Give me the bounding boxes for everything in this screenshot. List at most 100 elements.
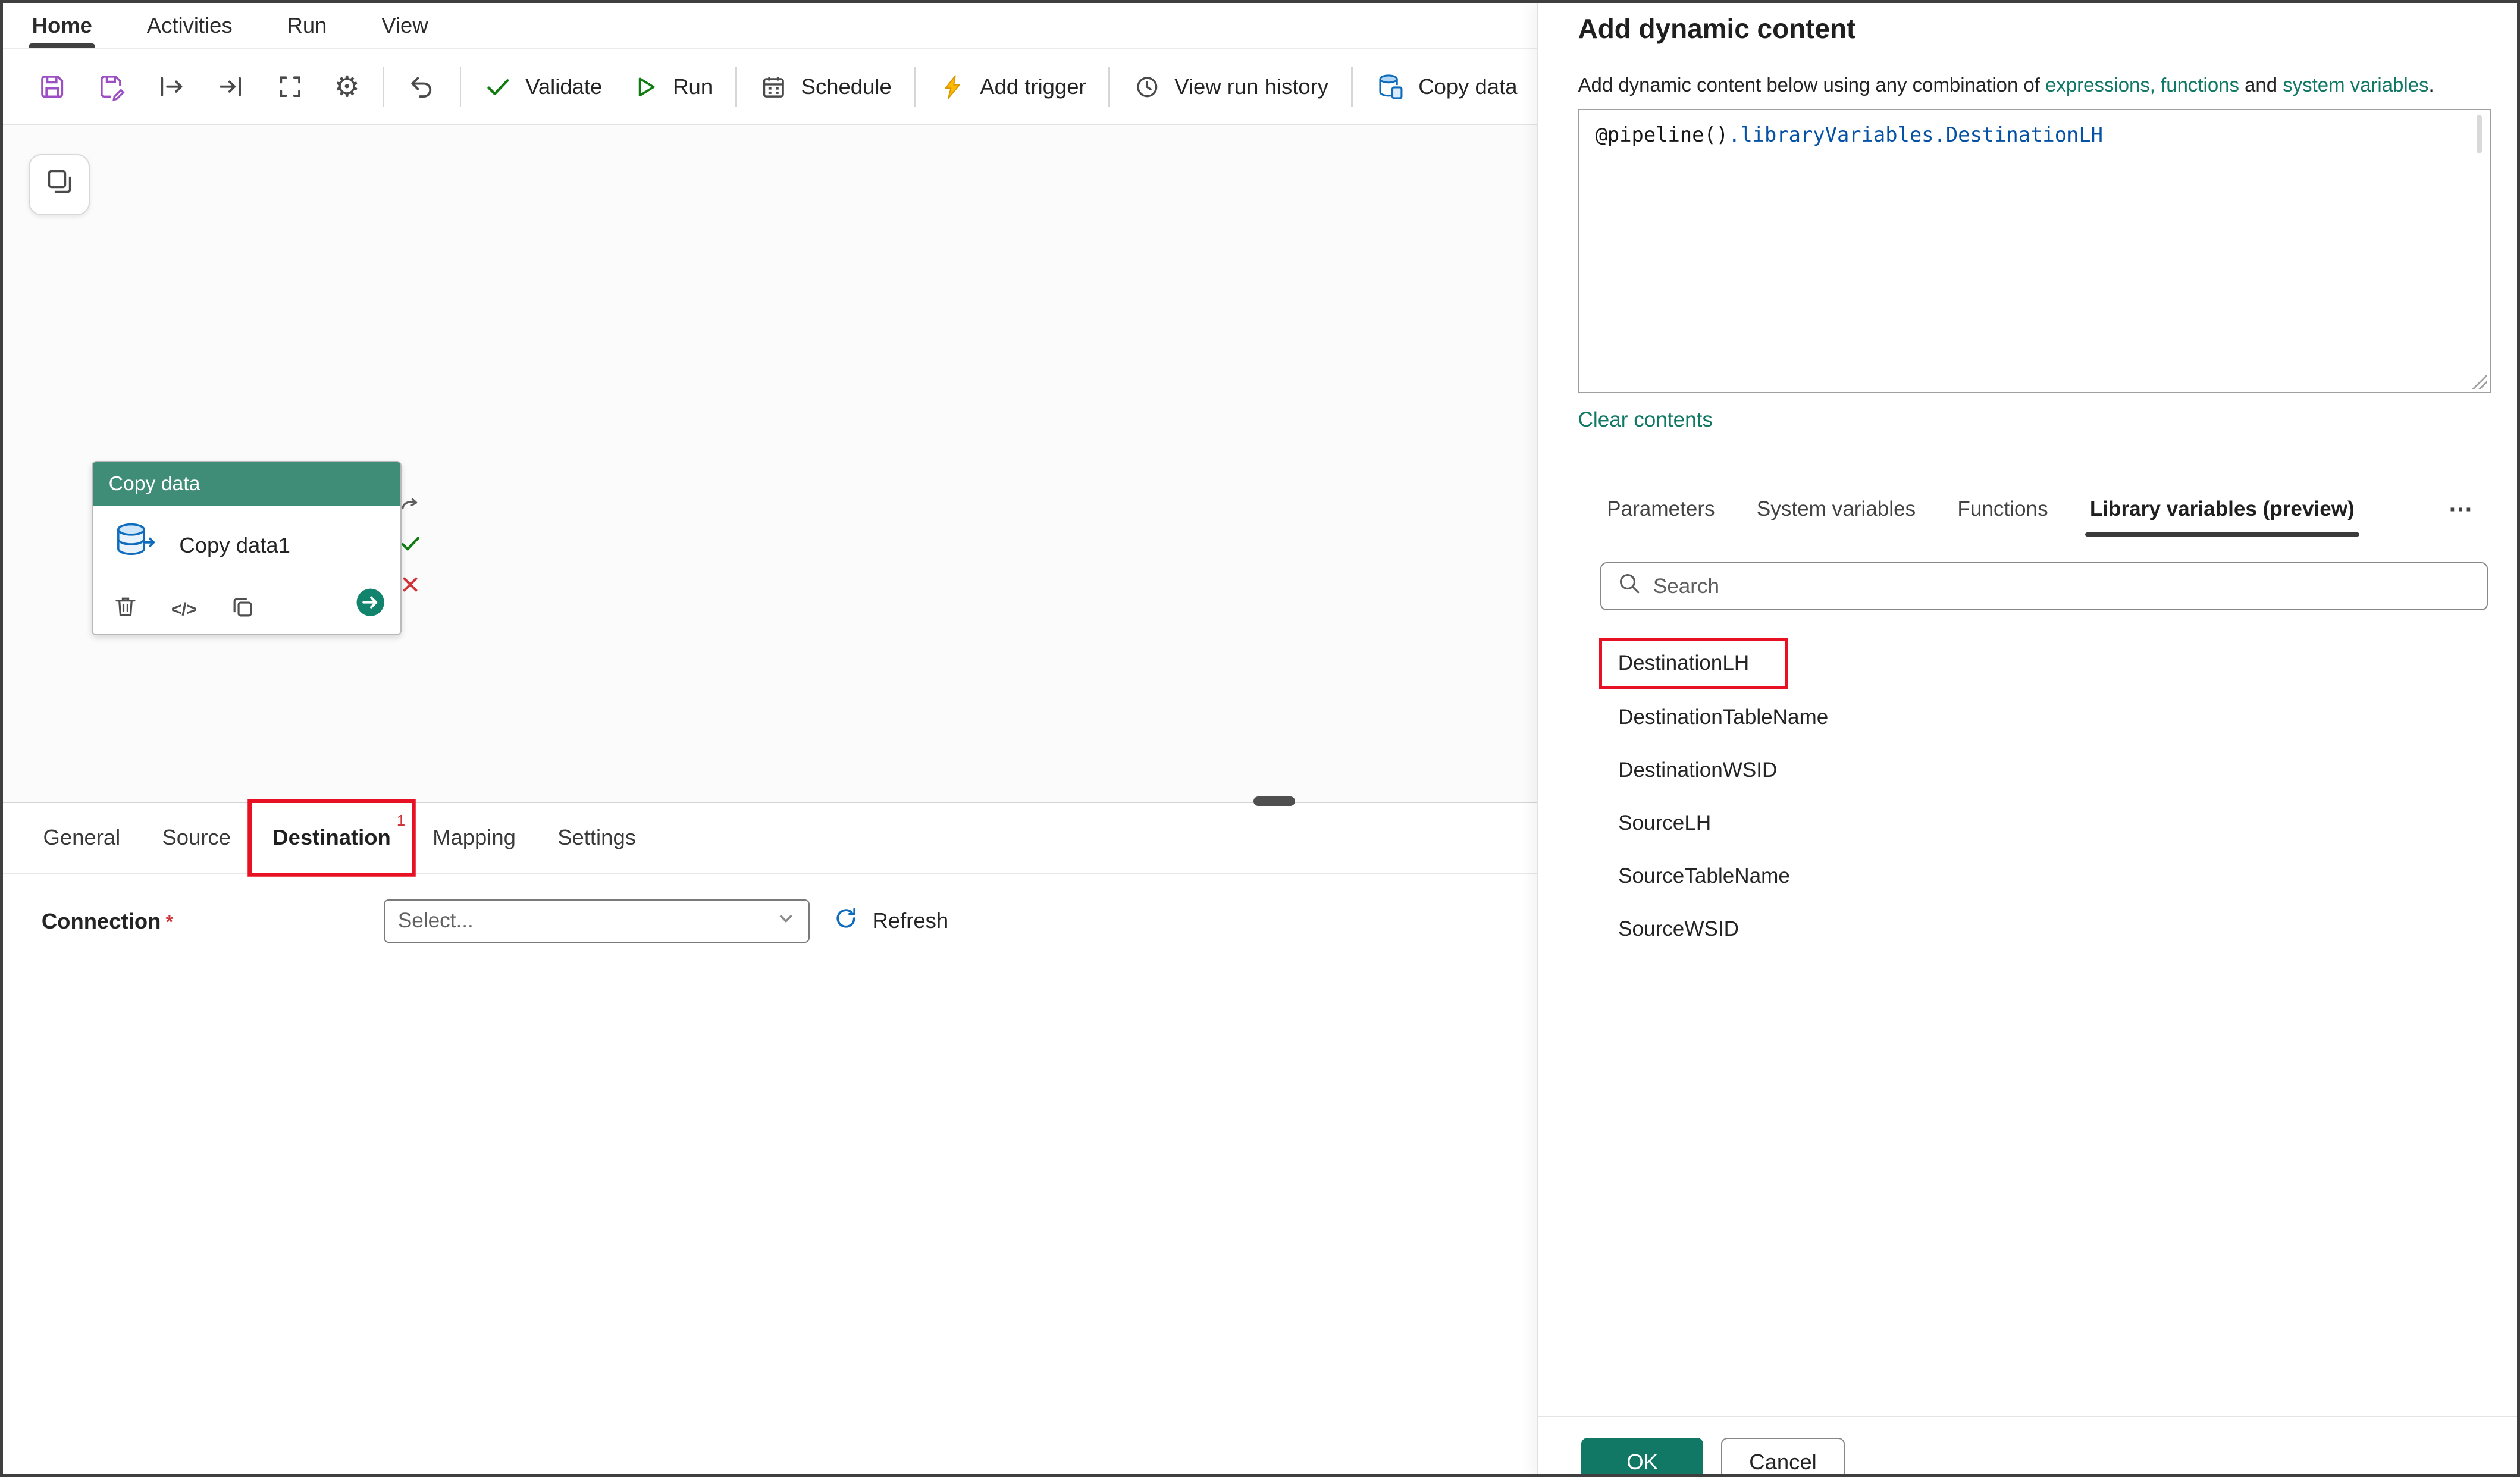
connection-label-text: Connection bbox=[42, 909, 161, 933]
arrow-bar-right-icon bbox=[215, 71, 246, 102]
panel-title: Add dynamic content bbox=[1578, 12, 1856, 45]
toolbar-separator bbox=[914, 67, 916, 107]
copy-data-toolbar-label: Copy data bbox=[1418, 74, 1517, 99]
menu-tab-run[interactable]: Run bbox=[287, 3, 327, 48]
tab-parameters[interactable]: Parameters bbox=[1586, 482, 1736, 537]
variable-item-destinationtablename[interactable]: DestinationTableName bbox=[1599, 691, 2475, 744]
clear-contents-link[interactable]: Clear contents bbox=[1578, 408, 1713, 432]
refresh-button[interactable]: Refresh bbox=[832, 899, 948, 943]
success-check-icon bbox=[399, 532, 422, 562]
cancel-button[interactable]: Cancel bbox=[1721, 1438, 1845, 1476]
tab-mapping[interactable]: Mapping bbox=[412, 803, 537, 873]
copy-data-activity-icon bbox=[112, 520, 160, 572]
toolbar-separator bbox=[383, 67, 384, 107]
undo-icon bbox=[406, 71, 437, 102]
search-icon bbox=[1616, 570, 1642, 603]
add-trigger-label: Add trigger bbox=[980, 74, 1086, 99]
delete-activity-button[interactable] bbox=[112, 593, 139, 627]
variable-item-sourcewsid[interactable]: SourceWSID bbox=[1599, 903, 2475, 956]
connection-select[interactable]: Select... bbox=[384, 899, 810, 943]
tab-functions[interactable]: Functions bbox=[1936, 482, 2068, 537]
validate-label: Validate bbox=[525, 74, 602, 99]
refresh-icon bbox=[832, 905, 860, 937]
arrow-circle-icon bbox=[355, 595, 385, 624]
export-pipeline-button[interactable] bbox=[141, 60, 200, 113]
expression-prefix: @pipeline() bbox=[1596, 123, 1729, 146]
toolbar-separator bbox=[735, 67, 737, 107]
required-asterisk: * bbox=[165, 911, 173, 933]
on-skip-port[interactable] bbox=[399, 495, 423, 519]
import-pipeline-button[interactable] bbox=[200, 60, 260, 113]
copy-data-toolbar-button[interactable]: Copy data bbox=[1361, 60, 1532, 113]
fail-x-icon bbox=[400, 572, 421, 601]
save-button[interactable] bbox=[22, 60, 82, 113]
canvas-notes-button[interactable] bbox=[29, 154, 90, 215]
tab-general[interactable]: General bbox=[22, 803, 141, 873]
on-fail-port[interactable] bbox=[399, 575, 423, 600]
panel-resize-handle[interactable] bbox=[1253, 796, 1295, 806]
menu-tab-activities[interactable]: Activities bbox=[147, 3, 233, 48]
save-as-icon bbox=[96, 71, 127, 102]
schedule-button[interactable]: Schedule bbox=[745, 61, 906, 112]
system-variables-link[interactable]: system variables bbox=[2283, 74, 2428, 96]
view-run-history-button[interactable]: View run history bbox=[1118, 61, 1343, 112]
tab-system-variables[interactable]: System variables bbox=[1736, 482, 1937, 537]
variable-item-sourcelh[interactable]: SourceLH bbox=[1599, 796, 2475, 849]
variable-item-destinationwsid[interactable]: DestinationWSID bbox=[1599, 744, 2475, 796]
code-icon: </> bbox=[171, 600, 197, 620]
add-next-activity-button[interactable] bbox=[355, 587, 385, 624]
library-variable-list: DestinationLH DestinationTableName Desti… bbox=[1599, 638, 2475, 956]
tab-library-variables[interactable]: Library variables (preview) bbox=[2069, 482, 2375, 537]
tab-destination[interactable]: Destination 1 bbox=[252, 803, 412, 873]
validate-check-icon bbox=[484, 73, 513, 102]
toolbar-separator bbox=[1351, 67, 1353, 107]
menu-tab-view[interactable]: View bbox=[381, 3, 428, 48]
variable-item-destinationlh[interactable]: DestinationLH bbox=[1599, 638, 1788, 689]
activity-card-body: Copy data1 bbox=[93, 506, 400, 586]
on-success-port[interactable] bbox=[399, 535, 423, 559]
bar-arrow-right-icon bbox=[156, 71, 186, 102]
save-as-button[interactable] bbox=[82, 60, 141, 113]
activity-name: Copy data1 bbox=[179, 533, 290, 558]
view-code-button[interactable]: </> bbox=[171, 600, 197, 620]
tab-destination-label: Destination bbox=[272, 825, 391, 850]
description-text: and bbox=[2239, 74, 2283, 96]
settings-button[interactable]: ⚙ bbox=[319, 61, 374, 112]
variable-item-sourcetablename[interactable]: SourceTableName bbox=[1599, 850, 2475, 903]
schedule-label: Schedule bbox=[801, 74, 892, 99]
skip-arrow-icon bbox=[399, 492, 422, 521]
copy-data-activity-card[interactable]: Copy data Copy data1 bbox=[92, 461, 402, 635]
dynamic-content-tabs: Parameters System variables Functions Li… bbox=[1586, 482, 2473, 537]
toolbar-separator bbox=[460, 67, 462, 107]
ok-button[interactable]: OK bbox=[1581, 1438, 1703, 1476]
menu-tab-home[interactable]: Home bbox=[32, 3, 92, 48]
tab-settings[interactable]: Settings bbox=[537, 803, 657, 873]
run-button[interactable]: Run bbox=[617, 61, 728, 112]
view-run-history-label: View run history bbox=[1174, 74, 1328, 99]
chevron-down-icon bbox=[776, 908, 795, 933]
footer-divider bbox=[1538, 1416, 2517, 1418]
connection-label: Connection* bbox=[42, 909, 173, 934]
expression-suffix: .libraryVariables.DestinationLH bbox=[1728, 123, 2103, 146]
validate-button[interactable]: Validate bbox=[469, 61, 617, 112]
duplicate-activity-button[interactable] bbox=[229, 593, 256, 627]
fit-to-screen-button[interactable] bbox=[260, 60, 319, 113]
add-trigger-button[interactable]: Add trigger bbox=[924, 61, 1101, 112]
refresh-label: Refresh bbox=[873, 908, 949, 933]
search-input[interactable] bbox=[1653, 575, 2472, 598]
undo-button[interactable] bbox=[392, 60, 452, 113]
tab-source[interactable]: Source bbox=[141, 803, 252, 873]
editor-scrollbar[interactable] bbox=[2477, 115, 2481, 153]
pipeline-editor-window: Home Activities Run View bbox=[0, 0, 2520, 1477]
expression-editor[interactable]: @pipeline().libraryVariables.Destination… bbox=[1578, 109, 2491, 393]
run-play-icon bbox=[631, 73, 660, 102]
editor-resize-handle[interactable] bbox=[2472, 375, 2486, 389]
more-tabs-button[interactable]: ··· bbox=[2449, 497, 2473, 522]
variable-search bbox=[1600, 562, 2487, 610]
description-text: Add dynamic content below using any comb… bbox=[1578, 74, 2045, 96]
save-icon bbox=[37, 71, 67, 102]
panel-description: Add dynamic content below using any comb… bbox=[1578, 74, 2434, 96]
add-dynamic-content-panel: Add dynamic content Add dynamic content … bbox=[1537, 3, 2517, 1477]
expressions-functions-link[interactable]: expressions, functions bbox=[2045, 74, 2239, 96]
activity-card-header: Copy data bbox=[93, 462, 400, 506]
